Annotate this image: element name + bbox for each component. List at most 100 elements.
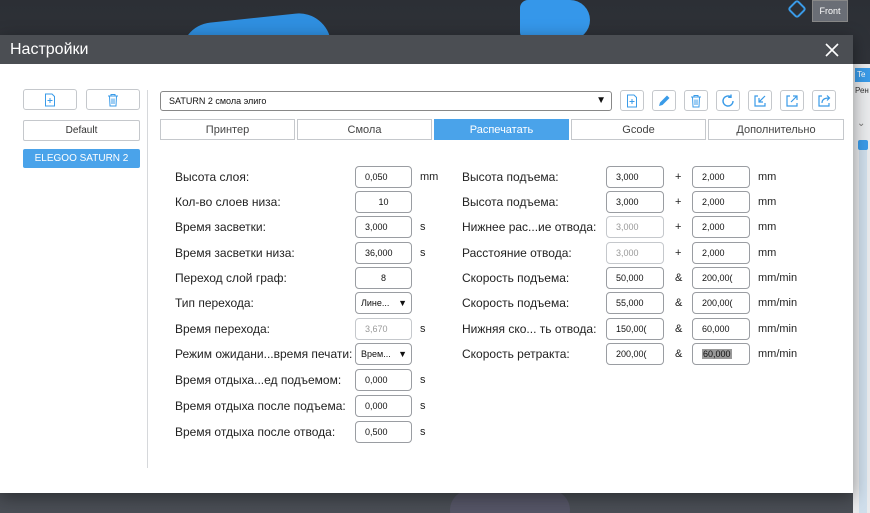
delete-printer-button[interactable] bbox=[86, 89, 140, 110]
add-file-icon bbox=[45, 93, 55, 106]
bottom-retract-distance-input-1: 3,000 bbox=[606, 216, 664, 238]
tab-advanced[interactable]: Дополнительно bbox=[708, 119, 844, 140]
close-button[interactable] bbox=[817, 35, 847, 64]
view-cube-icon[interactable] bbox=[787, 0, 807, 19]
retract-speed-input-2[interactable]: 60,000 bbox=[692, 343, 750, 365]
profile-select[interactable]: SATURN 2 смола элиго ▼ bbox=[160, 90, 612, 111]
dropdown-arrow-icon: ▼ bbox=[398, 349, 407, 359]
edit-profile-button[interactable] bbox=[652, 90, 676, 111]
selected-text: 60,000 bbox=[702, 349, 732, 359]
unit-label: mm/min bbox=[758, 348, 798, 360]
setting-label: Время перехода: bbox=[175, 322, 270, 336]
close-icon bbox=[825, 42, 839, 57]
share-profile-button[interactable] bbox=[812, 90, 836, 111]
refresh-icon bbox=[722, 94, 734, 107]
import-profile-button[interactable] bbox=[748, 90, 772, 111]
setting-label: Тип перехода: bbox=[175, 296, 254, 310]
setting-row-layer-height: Высота слоя: bbox=[175, 166, 249, 188]
unit-label: mm bbox=[758, 196, 777, 208]
dropdown-arrow-icon: ▼ bbox=[398, 298, 407, 308]
trash-icon bbox=[691, 94, 701, 107]
setting-label: Режим ожидани...время печати: bbox=[175, 347, 353, 361]
retract-speed-input-1[interactable]: 200,00( bbox=[606, 343, 664, 365]
tab-gcode[interactable]: Gcode bbox=[571, 119, 706, 140]
bottom-retract-speed-input-2[interactable]: 60,000 bbox=[692, 318, 750, 340]
side-tab[interactable]: Рен bbox=[855, 86, 869, 95]
reset-profile-button[interactable] bbox=[716, 90, 740, 111]
retract-distance-input-2[interactable]: 2,000 bbox=[692, 242, 750, 264]
lift-speed-input-2[interactable]: 200,00( bbox=[692, 267, 750, 289]
add-file-icon bbox=[627, 94, 637, 107]
unit-label: mm bbox=[758, 221, 777, 233]
lift-speed-2-input-2[interactable]: 200,00( bbox=[692, 292, 750, 314]
bottom-exposure-input[interactable]: 36,000 bbox=[355, 242, 412, 264]
pencil-icon bbox=[659, 95, 670, 106]
setting-label: Переход слой граф: bbox=[175, 271, 287, 285]
bottom-layers-input[interactable]: 10 bbox=[355, 191, 412, 213]
select-value: Лине... bbox=[361, 298, 390, 308]
wait-mode-select[interactable]: Врем... ▼ bbox=[355, 343, 412, 365]
tab-print[interactable]: Распечатать bbox=[434, 119, 569, 140]
divider bbox=[147, 90, 148, 468]
setting-row-retract-speed: Скорость ретракта: bbox=[462, 343, 570, 365]
export-profile-button[interactable] bbox=[780, 90, 804, 111]
transition-layers-input[interactable]: 8 bbox=[355, 267, 412, 289]
ampersand-sign: & bbox=[675, 297, 683, 309]
select-value: Врем... bbox=[361, 349, 391, 359]
plus-sign: + bbox=[675, 247, 682, 259]
add-printer-button[interactable] bbox=[23, 89, 77, 110]
delete-profile-button[interactable] bbox=[684, 90, 708, 111]
unit-label: mm/min bbox=[758, 323, 798, 335]
exposure-time-input[interactable]: 3,000 bbox=[355, 216, 412, 238]
layer-height-input[interactable]: 0,050 bbox=[355, 166, 412, 188]
unit-label: s bbox=[420, 400, 426, 412]
setting-label: Кол-во слоев низа: bbox=[175, 195, 281, 209]
trash-icon bbox=[108, 93, 118, 106]
chevron-down-icon[interactable]: ⌄ bbox=[857, 118, 865, 129]
lift-height-2-input-1[interactable]: 3,000 bbox=[606, 191, 664, 213]
tab-resin[interactable]: Смола bbox=[297, 119, 432, 140]
rest-after-lift-input[interactable]: 0,000 bbox=[355, 395, 412, 417]
setting-row-bottom-retract-distance: Нижнее рас...ие отвода: bbox=[462, 216, 596, 238]
unit-label: s bbox=[420, 374, 426, 386]
printer-list-item[interactable]: ELEGOO SATURN 2 bbox=[23, 149, 140, 168]
setting-row-transition-type: Тип перехода: bbox=[175, 292, 254, 314]
setting-label: Скорость подъема: bbox=[462, 271, 570, 285]
lift-height-input-2[interactable]: 2,000 bbox=[692, 166, 750, 188]
setting-label: Время отдыха...ед подъемом: bbox=[175, 373, 342, 387]
layer-slider-track[interactable] bbox=[859, 140, 867, 513]
bottom-retract-distance-input-2[interactable]: 2,000 bbox=[692, 216, 750, 238]
ampersand-sign: & bbox=[675, 323, 683, 335]
bottom-retract-speed-input-1[interactable]: 150,00( bbox=[606, 318, 664, 340]
setting-row-bottom-retract-speed: Нижняя ско... ть отвода: bbox=[462, 318, 596, 340]
setting-label: Время отдыха после подъема: bbox=[175, 399, 346, 413]
setting-row-rest-before-lift: Время отдыха...ед подъемом: bbox=[175, 369, 341, 391]
view-cube-front[interactable]: Front bbox=[812, 0, 848, 22]
default-button[interactable]: Default bbox=[23, 120, 140, 141]
plus-sign: + bbox=[675, 221, 682, 233]
setting-row-transition-time: Время перехода: bbox=[175, 318, 270, 340]
dialog-titlebar: Настройки bbox=[0, 35, 853, 64]
retract-distance-input-1: 3,000 bbox=[606, 242, 664, 264]
rest-after-retract-input[interactable]: 0,500 bbox=[355, 421, 412, 443]
setting-row-lift-height: Высота подъема: bbox=[462, 166, 559, 188]
setting-row-transition-layers: Переход слой граф: bbox=[175, 267, 287, 289]
rest-before-lift-input[interactable]: 0,000 bbox=[355, 369, 412, 391]
lift-height-2-input-2[interactable]: 2,000 bbox=[692, 191, 750, 213]
new-profile-button[interactable] bbox=[620, 90, 644, 111]
lift-height-input-1[interactable]: 3,000 bbox=[606, 166, 664, 188]
setting-label: Высота подъема: bbox=[462, 170, 559, 184]
side-tab[interactable]: Te bbox=[855, 68, 870, 82]
setting-label: Скорость ретракта: bbox=[462, 347, 570, 361]
setting-label: Время засветки: bbox=[175, 220, 266, 234]
setting-label: Высота слоя: bbox=[175, 170, 250, 184]
transition-type-select[interactable]: Лине... ▼ bbox=[355, 292, 412, 314]
tab-printer[interactable]: Принтер bbox=[160, 119, 295, 140]
unit-label: mm bbox=[758, 247, 777, 259]
layer-slider-handle[interactable] bbox=[858, 140, 868, 150]
printer-list-panel: Default ELEGOO SATURN 2 bbox=[23, 89, 140, 168]
setting-label: Время отдыха после отвода: bbox=[175, 425, 336, 439]
lift-speed-2-input-1[interactable]: 55,000 bbox=[606, 292, 664, 314]
lift-speed-input-1[interactable]: 50,000 bbox=[606, 267, 664, 289]
setting-label: Высота подъема: bbox=[462, 195, 559, 209]
